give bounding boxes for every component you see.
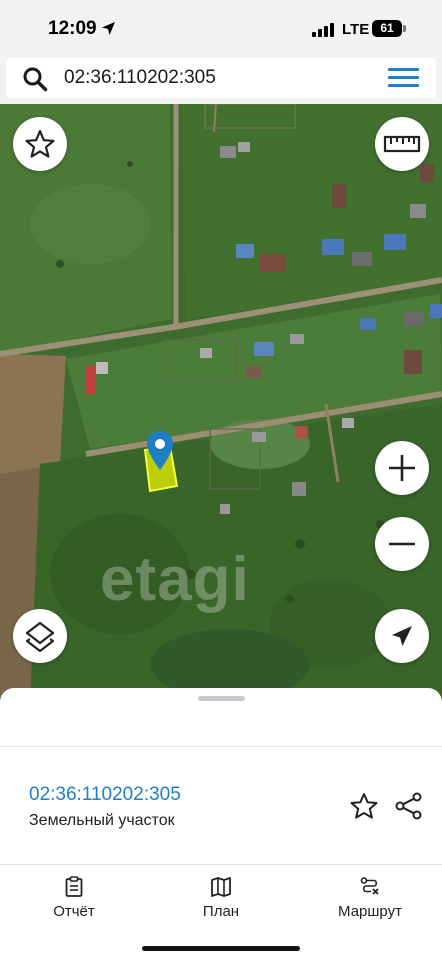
star-icon (25, 129, 55, 158)
layers-icon (25, 621, 55, 653)
search-bar[interactable] (6, 58, 436, 98)
divider (0, 746, 442, 747)
battery-cap (403, 25, 406, 32)
report-icon (65, 876, 83, 897)
layers-button[interactable] (13, 609, 67, 663)
parcel-bottom-sheet[interactable]: 02:36:110202:305 Земельный участок Отчёт… (0, 688, 442, 960)
battery-icon: 61 (372, 20, 402, 37)
tab-route-label: Маршрут (338, 903, 402, 920)
satellite-map[interactable]: etagi (0, 104, 442, 704)
route-icon (360, 877, 379, 895)
tab-plan[interactable]: План (186, 876, 256, 920)
home-indicator[interactable] (142, 946, 300, 951)
ruler-button[interactable] (375, 117, 429, 171)
share-icon[interactable] (394, 791, 424, 821)
location-arrow-icon (102, 22, 115, 35)
plus-icon (389, 455, 415, 481)
zoom-in-button[interactable] (375, 441, 429, 495)
zoom-out-button[interactable] (375, 517, 429, 571)
location-marker-icon[interactable] (145, 430, 175, 472)
map-plan-icon (211, 877, 231, 897)
tab-report-label: Отчёт (53, 903, 95, 920)
ruler-icon (383, 135, 421, 153)
favorite-star-icon[interactable] (349, 791, 379, 821)
hamburger-menu-icon[interactable] (388, 68, 420, 88)
favorite-button[interactable] (13, 117, 67, 171)
minus-icon (389, 542, 415, 546)
tab-route[interactable]: Маршрут (326, 876, 414, 920)
divider (0, 864, 442, 865)
parcel-cadastral-number[interactable]: 02:36:110202:305 (29, 784, 181, 806)
sheet-grabber[interactable] (198, 696, 245, 701)
my-location-button[interactable] (375, 609, 429, 663)
map-watermark: etagi (100, 545, 250, 614)
battery-level: 61 (380, 21, 394, 35)
signal-icon (312, 23, 336, 37)
status-bar: 12:09 LTE 61 (0, 0, 442, 56)
search-input[interactable] (64, 58, 364, 98)
status-time: 12:09 (48, 18, 97, 39)
tab-plan-label: План (202, 903, 240, 920)
parcel-type-label: Земельный участок (29, 812, 175, 829)
network-label: LTE (342, 21, 370, 38)
navigation-arrow-icon (392, 626, 412, 646)
search-icon[interactable] (22, 66, 48, 92)
tab-report[interactable]: Отчёт (38, 876, 110, 920)
